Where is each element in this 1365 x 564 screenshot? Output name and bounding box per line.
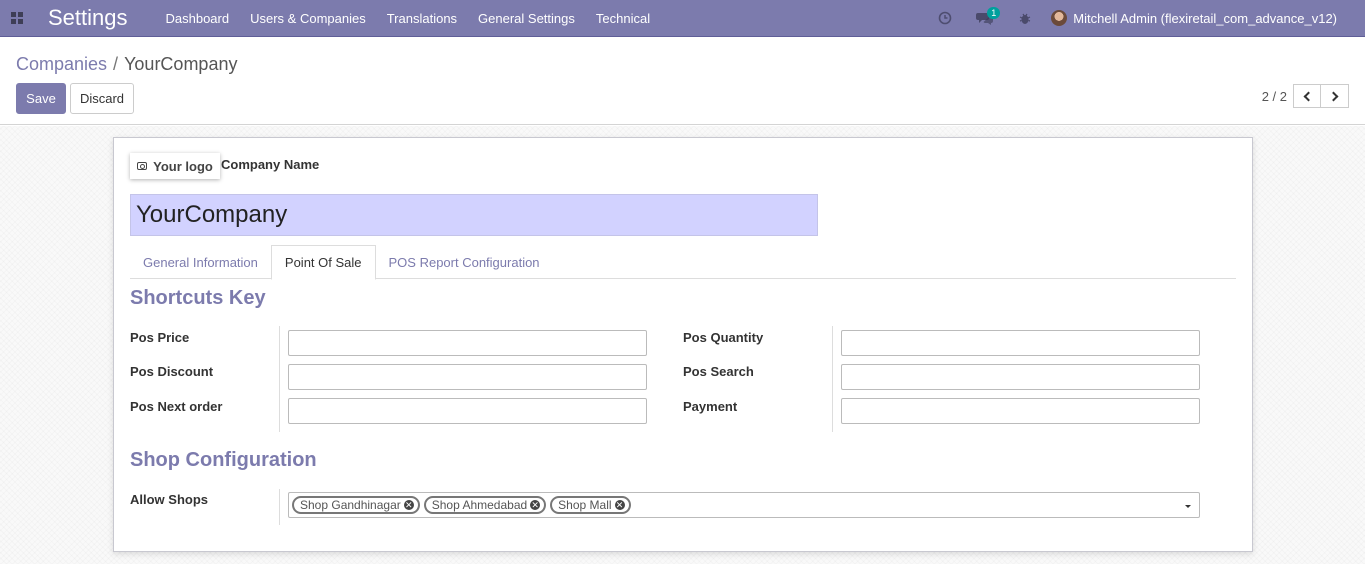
camera-icon: [137, 162, 148, 170]
pos-quantity-label: Pos Quantity: [683, 330, 764, 345]
shop-tag-label: Shop Mall: [558, 498, 612, 512]
company-name-input[interactable]: YourCompany: [130, 194, 818, 236]
chevron-right-icon: [1328, 91, 1338, 101]
app-title[interactable]: Settings: [48, 5, 128, 31]
pos-discount-input[interactable]: [288, 364, 647, 390]
systray: 1 Mitchell Admin (flexiretail_com_advanc…: [925, 0, 1365, 37]
avatar: [1051, 10, 1068, 26]
menu-item-dashboard[interactable]: Dashboard: [166, 11, 230, 26]
form-view-background: Your logo Company Name YourCompany Gener…: [0, 126, 1365, 564]
chevron-left-icon: [1303, 91, 1314, 101]
pager: 2 / 2: [1262, 84, 1349, 108]
save-button[interactable]: Save: [16, 83, 66, 114]
remove-tag-icon[interactable]: ✕: [403, 500, 414, 510]
pos-next-order-label: Pos Next order: [130, 399, 223, 414]
pos-price-input[interactable]: [288, 330, 647, 356]
tab-general-information[interactable]: General Information: [130, 245, 271, 279]
pos-quantity-input[interactable]: [841, 330, 1200, 356]
form-tabs: General Information Point Of Sale POS Re…: [130, 245, 1236, 280]
remove-tag-icon[interactable]: ✕: [614, 500, 625, 510]
breadcrumb: Companies / YourCompany: [16, 54, 237, 75]
remove-tag-icon[interactable]: ✕: [530, 500, 541, 510]
user-name: Mitchell Admin (flexiretail_com_advance_…: [1073, 10, 1337, 26]
menu-item-translations[interactable]: Translations: [387, 11, 457, 26]
pos-price-label: Pos Price: [130, 330, 190, 345]
menu-item-technical[interactable]: Technical: [596, 11, 650, 26]
breadcrumb-companies-link[interactable]: Companies: [16, 54, 107, 74]
allow-shops-many2many-field[interactable]: Shop Gandhinagar ✕ Shop Ahmedabad ✕ Shop M…: [288, 492, 1200, 518]
messages-chat-icon[interactable]: 1: [965, 0, 1005, 37]
shop-tag: Shop Mall ✕: [550, 496, 631, 514]
shop-tag-label: Shop Ahmedabad: [431, 498, 528, 512]
company-logo-upload[interactable]: Your logo: [130, 153, 220, 179]
company-name-label: Company Name: [221, 157, 320, 172]
shop-configuration-heading: Shop Configuration: [130, 449, 317, 471]
main-menu: Dashboard Users & Companies Translations…: [166, 11, 672, 26]
dropdown-caret-icon[interactable]: [1185, 505, 1191, 508]
pager-previous-button[interactable]: [1293, 84, 1321, 108]
logo-label: Your logo: [153, 158, 213, 174]
pos-next-order-input[interactable]: [288, 398, 647, 424]
messages-badge: 1: [987, 6, 1001, 19]
pos-discount-label: Pos Discount: [130, 364, 214, 379]
menu-item-users-companies[interactable]: Users & Companies: [250, 11, 366, 26]
shop-tag-label: Shop Gandhinagar: [300, 498, 401, 512]
tab-pos-report-configuration[interactable]: POS Report Configuration: [376, 245, 553, 279]
pager-next-button[interactable]: [1321, 84, 1349, 108]
shortcuts-key-heading: Shortcuts Key: [130, 287, 266, 309]
pos-search-label: Pos Search: [683, 364, 754, 379]
breadcrumb-separator: /: [113, 54, 119, 74]
menu-item-general-settings[interactable]: General Settings: [478, 11, 575, 26]
column-divider: [832, 326, 833, 432]
form-sheet: Your logo Company Name YourCompany Gener…: [113, 137, 1253, 552]
pager-value[interactable]: 2 / 2: [1262, 89, 1287, 104]
allow-shops-label: Allow Shops: [130, 492, 208, 507]
column-divider: [279, 489, 280, 525]
column-divider: [279, 326, 280, 432]
user-menu[interactable]: Mitchell Admin (flexiretail_com_advance_…: [1051, 10, 1337, 26]
discard-button[interactable]: Discard: [70, 83, 134, 114]
shop-tag: Shop Ahmedabad ✕: [423, 496, 547, 514]
breadcrumb-current: YourCompany: [124, 54, 238, 74]
control-panel: Companies / YourCompany Save Discard 2 / 2: [0, 37, 1365, 125]
pos-search-input[interactable]: [841, 364, 1200, 390]
payment-input[interactable]: [841, 398, 1200, 424]
shop-tag: Shop Gandhinagar ✕: [292, 496, 420, 514]
debug-bug-icon[interactable]: [1005, 0, 1045, 37]
payment-label: Payment: [683, 399, 738, 414]
tab-point-of-sale[interactable]: Point Of Sale: [270, 245, 376, 280]
activity-clock-icon[interactable]: [925, 0, 965, 37]
apps-menu-icon[interactable]: [0, 0, 34, 37]
top-navbar: Settings Dashboard Users & Companies Tra…: [0, 0, 1365, 37]
